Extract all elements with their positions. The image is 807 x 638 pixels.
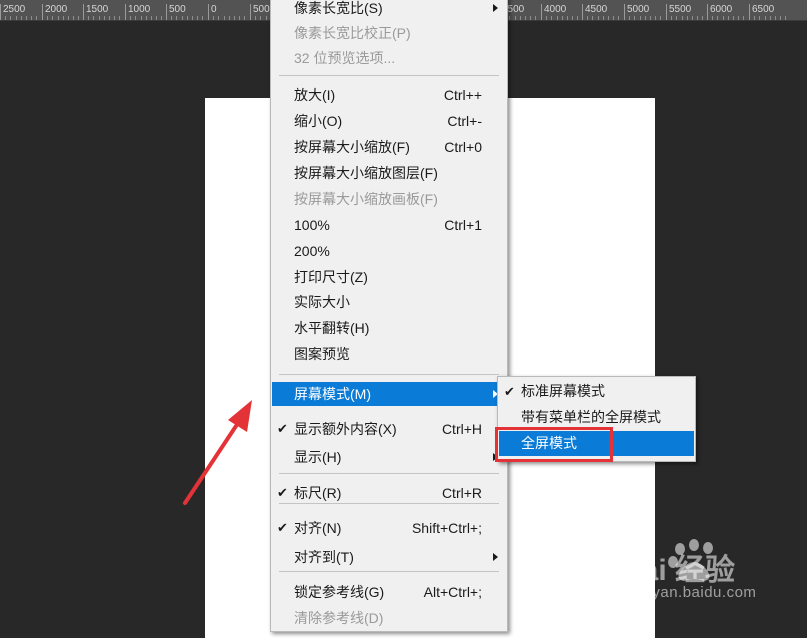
red-arrow-icon	[183, 400, 252, 505]
watermark-logo-text: Bai 经验	[620, 553, 735, 587]
watermark-site: jingyan.baidu.com	[627, 584, 757, 601]
